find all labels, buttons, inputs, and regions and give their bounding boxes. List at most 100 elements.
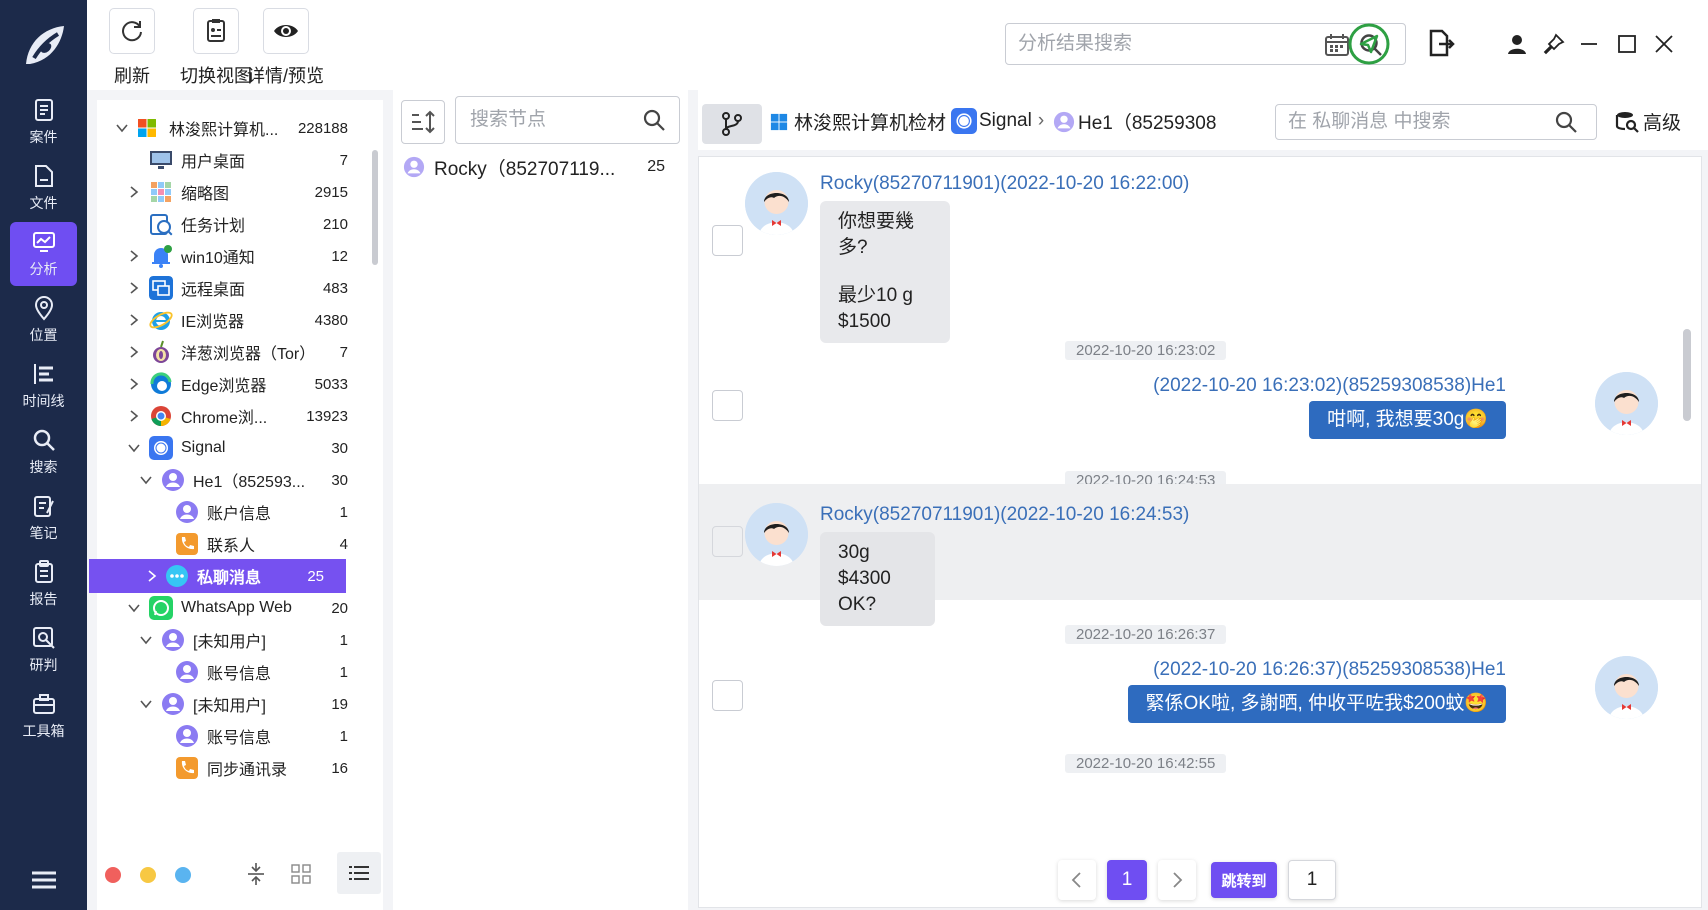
tree-node-unknown-user[interactable]: [未知用户] 19 <box>97 687 368 721</box>
tree-scrollbar[interactable] <box>372 150 378 265</box>
cartoon-person-icon <box>1595 372 1658 435</box>
chevron-right-icon[interactable] <box>145 569 159 583</box>
blue-dot-icon[interactable] <box>175 867 191 883</box>
nav-item-report[interactable]: 报告 <box>10 552 77 616</box>
message-checkbox[interactable] <box>712 680 743 711</box>
chevron-right-icon[interactable] <box>127 249 141 263</box>
tree-node-he1[interactable]: He1（852593... 30 <box>97 463 368 497</box>
nav-item-search[interactable]: 搜索 <box>10 420 77 484</box>
refresh-button[interactable]: 刷新 <box>109 8 155 88</box>
tree-node-desktop[interactable]: 用户桌面 7 <box>97 143 368 177</box>
breadcrumb-account[interactable]: He1（85259308 <box>1053 108 1267 135</box>
branch-button[interactable] <box>702 104 762 144</box>
grid-view-icon[interactable] <box>291 864 311 884</box>
collapse-all-icon[interactable] <box>245 862 267 886</box>
prev-page-button[interactable] <box>1058 860 1096 900</box>
chevron-right-icon[interactable] <box>127 409 141 423</box>
chevron-down-icon[interactable] <box>139 697 153 711</box>
tree-node-chrome[interactable]: Chrome浏... 13923 <box>97 399 368 433</box>
left-nav: 案件 文件 分析 位置 时间线 搜索 笔记 报告 研判 工具箱 <box>0 0 87 910</box>
windows-icon <box>770 113 788 130</box>
tree-node-ie[interactable]: IE浏览器 4380 <box>97 303 368 337</box>
tree-count: 20 <box>331 599 348 617</box>
contact-avatar <box>745 503 808 566</box>
nav-item-analysis[interactable]: 分析 <box>10 222 77 286</box>
close-icon[interactable] <box>1652 32 1676 56</box>
tree-node-whatsapp[interactable]: WhatsApp Web 20 <box>97 591 368 625</box>
pin-icon[interactable] <box>1542 32 1566 56</box>
tree-node-account-info[interactable]: 账户信息 1 <box>97 495 368 529</box>
nav-item-research[interactable]: 研判 <box>10 618 77 682</box>
message-checkbox[interactable] <box>712 526 743 557</box>
tree-node-contacts[interactable]: 联系人 4 <box>97 527 368 561</box>
page-number-current[interactable]: 1 <box>1107 860 1147 900</box>
tree-node-private-messages[interactable]: 私聊消息 25 <box>89 559 346 593</box>
nav-item-toolbox[interactable]: 工具箱 <box>10 684 77 748</box>
red-dot-icon[interactable] <box>105 867 121 883</box>
user-avatar-icon <box>162 469 184 491</box>
tree-node-unknown-user[interactable]: [未知用户] 1 <box>97 623 368 657</box>
chevron-down-icon[interactable] <box>139 473 153 487</box>
search-icon[interactable] <box>1554 110 1578 134</box>
yellow-dot-icon[interactable] <box>140 867 156 883</box>
nav-item-case[interactable]: 案件 <box>10 90 77 154</box>
nav-item-file[interactable]: 文件 <box>10 156 77 220</box>
chevron-right-icon[interactable] <box>127 281 141 295</box>
message-search-input[interactable] <box>1276 105 1546 139</box>
hamburger-menu-icon[interactable] <box>28 868 60 892</box>
breadcrumb-app[interactable]: Signal › <box>951 108 1050 134</box>
jump-to-button[interactable]: 跳转到 <box>1211 862 1277 898</box>
node-search-input[interactable] <box>456 97 636 143</box>
tree-node-tasks[interactable]: 任务计划 210 <box>97 207 368 241</box>
analysis-search-input[interactable] <box>1006 24 1306 64</box>
tree-node-win10-notify[interactable]: win10通知 12 <box>97 239 368 273</box>
sort-button[interactable] <box>401 100 445 144</box>
tree-node-thumbnails[interactable]: 缩略图 2915 <box>97 175 368 209</box>
chevron-right-icon[interactable] <box>127 345 141 359</box>
chevron-right-icon[interactable] <box>127 377 141 391</box>
tree-node-remote-desktop[interactable]: 远程桌面 483 <box>97 271 368 305</box>
message-checkbox[interactable] <box>712 225 743 256</box>
tree-count: 2915 <box>314 183 348 201</box>
search-icon[interactable] <box>642 108 666 132</box>
export-icon[interactable] <box>1425 28 1455 58</box>
tree-node-account-info[interactable]: 账号信息 1 <box>97 655 368 689</box>
minimize-icon[interactable] <box>1577 32 1601 56</box>
breadcrumb-root[interactable]: 林浚熙计算机检材 › <box>770 108 964 135</box>
chevron-down-icon[interactable] <box>127 601 141 615</box>
next-page-button[interactable] <box>1158 860 1196 900</box>
nav-label: 笔记 <box>29 525 58 541</box>
nav-item-notes[interactable]: 笔记 <box>10 486 77 550</box>
user-icon[interactable] <box>1505 32 1529 56</box>
tree-count: 1 <box>339 631 348 649</box>
tree-node-signal[interactable]: Signal 30 <box>97 431 368 465</box>
tree-node-computer[interactable]: 林浚熙计算机... 228188 <box>97 111 368 145</box>
chevron-right-icon[interactable] <box>127 313 141 327</box>
nav-item-location[interactable]: 位置 <box>10 288 77 352</box>
analysis-icon <box>32 232 55 252</box>
node-list-item[interactable]: Rocky（852707119... 25 <box>401 150 673 184</box>
app-logo-icon <box>26 26 64 64</box>
user-icon[interactable] <box>1379 32 1403 56</box>
jump-page-input[interactable]: 1 <box>1288 860 1336 900</box>
message-checkbox[interactable] <box>712 390 743 421</box>
chevron-right-icon[interactable] <box>127 185 141 199</box>
list-view-button[interactable] <box>337 852 381 894</box>
chevron-down-icon[interactable] <box>127 441 141 455</box>
chat-scrollbar[interactable] <box>1683 329 1691 421</box>
timestamp-divider: 2022-10-20 16:26:37 <box>1065 625 1227 644</box>
tree-node-account-info[interactable]: 账号信息 1 <box>97 719 368 753</box>
chevron-down-icon[interactable] <box>139 633 153 647</box>
details-preview-button[interactable]: 详情/预览 <box>247 8 324 88</box>
chevron-down-icon[interactable] <box>115 121 129 135</box>
advanced-search-button[interactable]: 高级 <box>1615 108 1681 135</box>
maximize-icon[interactable] <box>1615 32 1639 56</box>
tree-node-tor[interactable]: 洋葱浏览器（Tor） 7 <box>97 335 368 369</box>
tree-count: 30 <box>331 471 348 489</box>
switch-view-button[interactable]: 切换视图 <box>180 8 252 88</box>
message-text: 30g $4300 <box>838 542 891 589</box>
switch-view-label: 切换视图 <box>180 66 252 86</box>
nav-item-timeline[interactable]: 时间线 <box>10 354 77 418</box>
tree-node-edge[interactable]: Edge浏览器 5033 <box>97 367 368 401</box>
tree-node-sync-contacts[interactable]: 同步通讯录 16 <box>97 751 368 785</box>
